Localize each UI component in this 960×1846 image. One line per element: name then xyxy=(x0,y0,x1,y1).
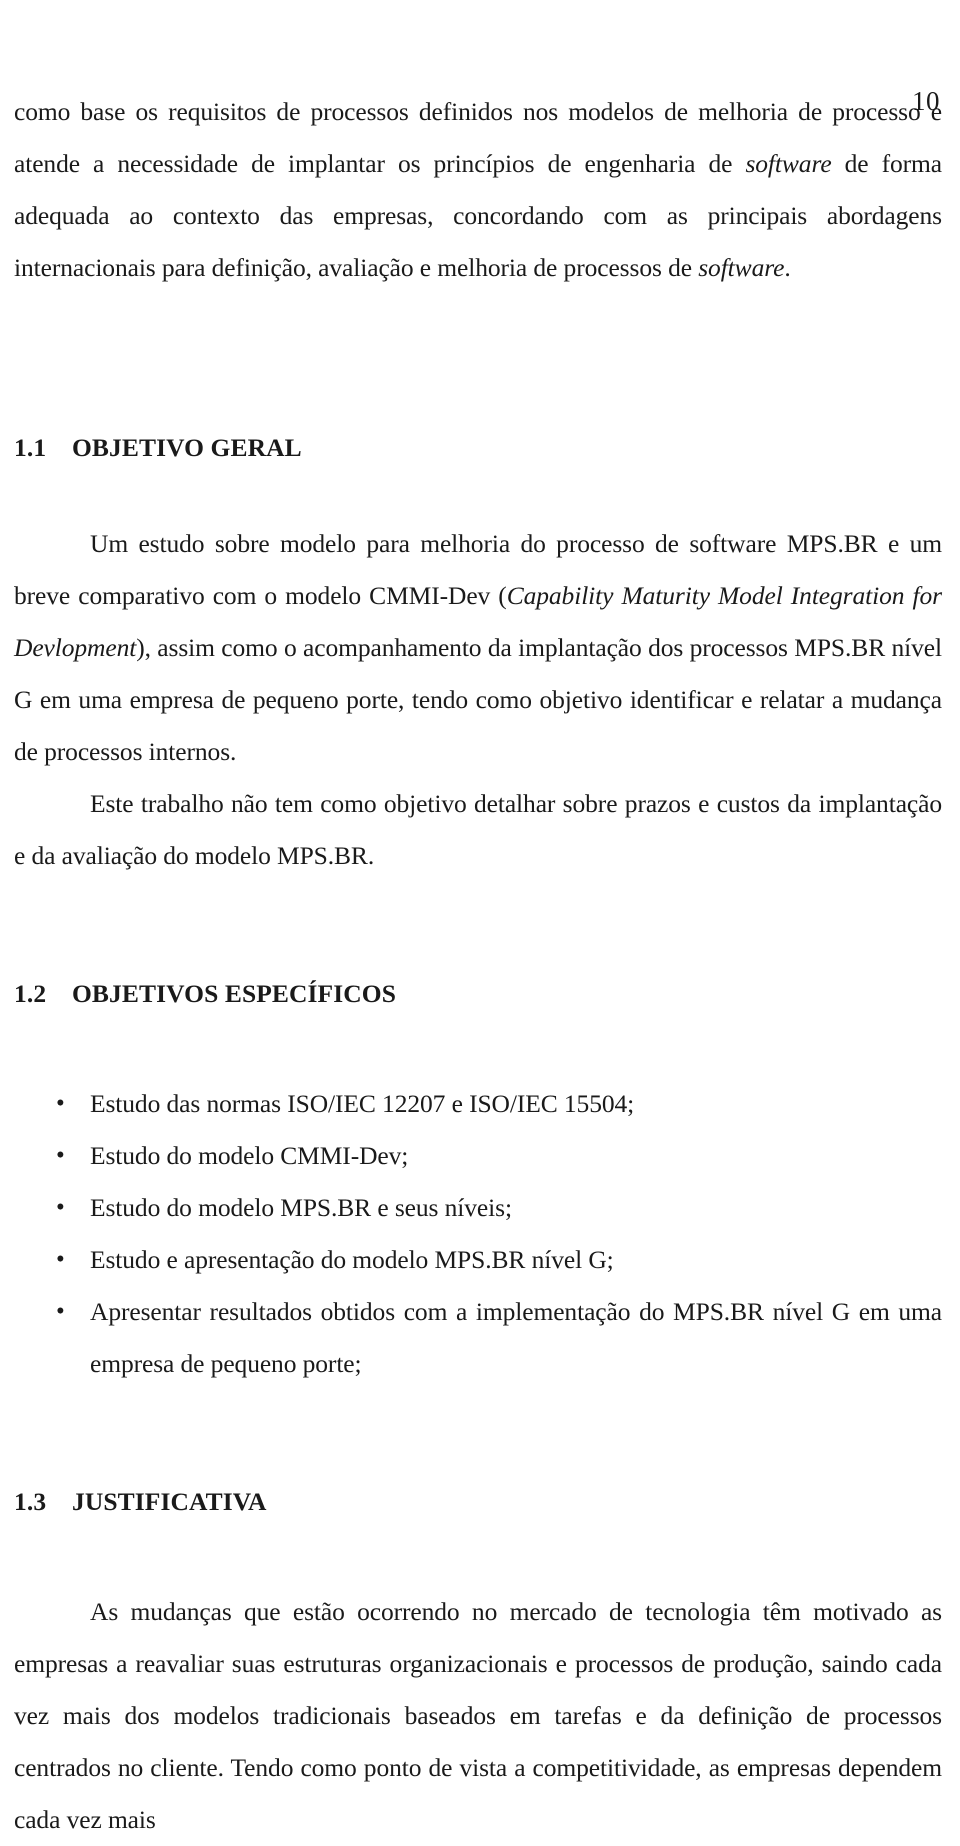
spacer-after-heading-1-1 xyxy=(14,474,942,518)
intro-italic-software-1: software xyxy=(745,149,832,178)
section-number-1-3: 1.3 xyxy=(14,1487,47,1516)
intro-paragraph: como base os requisitos de processos def… xyxy=(14,86,942,294)
spacer-before-section-1-2 xyxy=(14,882,942,968)
spacer-before-section-1-1 xyxy=(14,294,942,422)
list-item: Estudo do modelo CMMI-Dev; xyxy=(14,1130,942,1182)
bullet-text-4: Estudo e apresentação do modelo MPS.BR n… xyxy=(90,1245,614,1274)
page-number: 10 xyxy=(912,86,940,116)
list-item: Apresentar resultados obtidos com a impl… xyxy=(14,1286,942,1390)
spacer-after-heading-1-3 xyxy=(14,1528,942,1586)
s11-p2-text: Este trabalho não tem como objetivo deta… xyxy=(14,789,942,870)
spacer-before-section-1-3 xyxy=(14,1390,942,1476)
section-number-1-2: 1.2 xyxy=(14,979,47,1008)
document-page: 10 como base os requisitos de processos … xyxy=(0,86,960,1835)
section-1-3-paragraph-1: As mudanças que estão ocorrendo no merca… xyxy=(14,1586,942,1846)
section-1-1-paragraph-2: Este trabalho não tem como objetivo deta… xyxy=(14,778,942,882)
section-title-1-1: OBJETIVO GERAL xyxy=(72,433,302,462)
list-item: Estudo do modelo MPS.BR e seus níveis; xyxy=(14,1182,942,1234)
bullet-text-1: Estudo das normas ISO/IEC 12207 e ISO/IE… xyxy=(90,1089,635,1118)
section-title-1-3: JUSTIFICATIVA xyxy=(72,1487,267,1516)
list-item: Estudo e apresentação do modelo MPS.BR n… xyxy=(14,1234,942,1286)
s13-p1-text: As mudanças que estão ocorrendo no merca… xyxy=(14,1597,942,1834)
section-number-1-1: 1.1 xyxy=(14,433,47,462)
section-heading-1-1: 1.1 OBJETIVO GERAL xyxy=(14,422,942,474)
section-heading-1-2: 1.2 OBJETIVOS ESPECÍFICOS xyxy=(14,968,942,1020)
bullet-text-3: Estudo do modelo MPS.BR e seus níveis; xyxy=(90,1193,512,1222)
bullet-text-2: Estudo do modelo CMMI-Dev; xyxy=(90,1141,409,1170)
section-1-1-paragraph-1: Um estudo sobre modelo para melhoria do … xyxy=(14,518,942,778)
objectives-list: Estudo das normas ISO/IEC 12207 e ISO/IE… xyxy=(14,1078,942,1390)
section-heading-1-3: 1.3 JUSTIFICATIVA xyxy=(14,1476,942,1528)
s11-p1-text-2: ), assim como o acompanhamento da implan… xyxy=(14,633,942,766)
intro-italic-software-2: software xyxy=(698,253,785,282)
spacer-after-heading-1-2 xyxy=(14,1020,942,1078)
intro-text-3: . xyxy=(784,253,791,282)
list-item: Estudo das normas ISO/IEC 12207 e ISO/IE… xyxy=(14,1078,942,1130)
document-body: como base os requisitos de processos def… xyxy=(14,86,942,1846)
section-title-1-2: OBJETIVOS ESPECÍFICOS xyxy=(72,979,396,1008)
bullet-text-5: Apresentar resultados obtidos com a impl… xyxy=(90,1297,942,1378)
